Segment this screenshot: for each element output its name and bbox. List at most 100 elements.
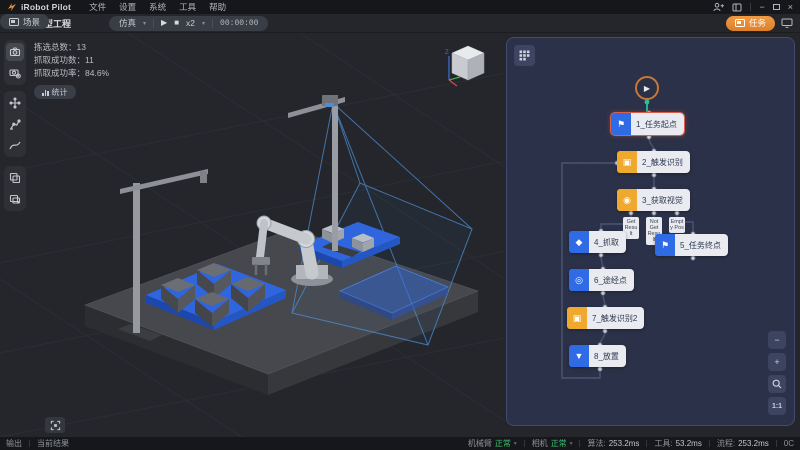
flow-node-trigger-recognition-2[interactable]: ▣ 7_触发识别2 bbox=[567, 307, 644, 329]
titlebar: iRobot Pilot 文件 设置 系统 工具 帮助 − × bbox=[0, 0, 800, 14]
flow-zoom-controls: − + 1:1 bbox=[768, 331, 786, 415]
close-button[interactable]: × bbox=[788, 2, 793, 12]
node-label: 3_获取视觉 bbox=[637, 195, 690, 206]
scene-tab[interactable]: 场景 bbox=[0, 14, 49, 29]
task-tab-label: 任务 bbox=[749, 17, 766, 29]
stat-rate-label: 抓取成功率： bbox=[34, 68, 85, 78]
flow-node-place[interactable]: ▼ 8_放置 bbox=[569, 345, 626, 367]
robot-status[interactable]: 机械臂 正常 ▾ bbox=[468, 438, 517, 449]
flow-node-grab[interactable]: ◆ 4_抓取 bbox=[569, 231, 626, 253]
recognition-icon: ▣ bbox=[617, 151, 637, 173]
menu-tools[interactable]: 工具 bbox=[179, 1, 196, 13]
tool-time-label: 工具: bbox=[654, 438, 672, 449]
toolgroup-motion bbox=[4, 91, 26, 157]
divider bbox=[29, 440, 30, 447]
minimize-button[interactable]: − bbox=[759, 2, 764, 12]
stat-total-value: 13 bbox=[77, 42, 86, 52]
divider bbox=[776, 440, 777, 447]
tool-time-value: 53.2ms bbox=[676, 439, 702, 448]
maximize-button[interactable] bbox=[773, 4, 780, 10]
menu-settings[interactable]: 设置 bbox=[119, 1, 136, 13]
flow-start-node[interactable]: ▶ bbox=[635, 76, 659, 100]
zoom-in-button[interactable]: + bbox=[768, 353, 786, 371]
flow-node-task-end[interactable]: ⚑ 5_任务终点 bbox=[655, 234, 728, 256]
speed-select[interactable]: x2 bbox=[186, 18, 195, 28]
menu-system[interactable]: 系统 bbox=[149, 1, 166, 13]
view-switcher: 场景 任务 bbox=[726, 16, 793, 31]
waypoint-icon: ◎ bbox=[569, 269, 589, 291]
toolgroup-camera bbox=[4, 40, 26, 85]
tab-current-result[interactable]: 当前结果 bbox=[37, 438, 69, 449]
tab-output[interactable]: 输出 bbox=[6, 438, 22, 449]
chevron-down-icon[interactable]: ▾ bbox=[202, 20, 205, 27]
grab-icon: ◆ bbox=[569, 231, 589, 253]
layout-icon[interactable] bbox=[732, 3, 742, 12]
simulation-controls: 仿真 ▾ ▶ ■ x2 ▾ 00:00:00 bbox=[109, 16, 268, 31]
zoom-fit-button[interactable]: 1:1 bbox=[768, 397, 786, 415]
camera-3d bbox=[322, 95, 338, 107]
menu-bar: 文件 设置 系统 工具 帮助 bbox=[89, 1, 226, 13]
layers-button[interactable] bbox=[6, 169, 24, 187]
simulation-timer: 00:00:00 bbox=[220, 19, 258, 28]
gizmo-button[interactable] bbox=[6, 94, 24, 112]
flow-layout-button[interactable] bbox=[514, 45, 535, 66]
divider bbox=[579, 440, 580, 447]
vision-icon: ◉ bbox=[617, 189, 637, 211]
stat-success-value: 11 bbox=[85, 55, 94, 65]
chevron-down-icon[interactable]: ▾ bbox=[143, 20, 146, 27]
view-cube[interactable]: Z bbox=[444, 40, 490, 88]
port-empty-pos[interactable]: Empty Pos bbox=[669, 217, 685, 233]
statistics-button-label: 统计 bbox=[52, 87, 68, 98]
stat-total-label: 拣选总数： bbox=[34, 42, 77, 52]
divider bbox=[709, 440, 710, 447]
stop-button[interactable]: ■ bbox=[174, 16, 179, 30]
stat-rate-value: 84.6% bbox=[85, 68, 109, 78]
expand-panel-button[interactable] bbox=[45, 417, 65, 433]
divider bbox=[750, 3, 751, 11]
trajectory-chart-button[interactable] bbox=[6, 136, 24, 154]
zoom-out-button[interactable]: − bbox=[768, 331, 786, 349]
toolgroup-layers bbox=[4, 166, 26, 211]
app-title: iRobot Pilot bbox=[21, 2, 71, 12]
zoom-search-button[interactable] bbox=[768, 375, 786, 393]
screen-icon bbox=[9, 18, 19, 26]
node-label: 8_放置 bbox=[589, 351, 626, 362]
node-label: 6_途经点 bbox=[589, 275, 634, 286]
divider bbox=[524, 440, 525, 447]
camera-status[interactable]: 相机 正常 ▾ bbox=[532, 438, 573, 449]
flow-time-label: 流程: bbox=[717, 438, 735, 449]
node-label: 2_触发识别 bbox=[637, 157, 690, 168]
task-tab[interactable]: 任务 bbox=[726, 16, 775, 31]
tool-time: 工具: 53.2ms bbox=[654, 438, 701, 449]
play-button[interactable]: ▶ bbox=[161, 16, 167, 30]
menu-file[interactable]: 文件 bbox=[89, 1, 106, 13]
robot-arm-button[interactable] bbox=[6, 115, 24, 133]
robot-status-label: 机械臂 bbox=[468, 438, 492, 449]
divider bbox=[646, 440, 647, 447]
place-icon: ▼ bbox=[569, 345, 589, 367]
camera-settings-button[interactable] bbox=[6, 64, 24, 82]
chevron-down-icon: ▾ bbox=[570, 441, 573, 447]
magnifier-icon bbox=[772, 379, 782, 389]
layers-settings-button[interactable] bbox=[6, 190, 24, 208]
camera-status-value: 正常 bbox=[551, 438, 567, 449]
camera-view-button[interactable] bbox=[6, 43, 24, 61]
divider bbox=[153, 19, 154, 28]
node-label: 4_抓取 bbox=[589, 237, 626, 248]
menu-help[interactable]: 帮助 bbox=[209, 1, 226, 13]
add-user-icon[interactable] bbox=[713, 2, 724, 12]
flow-node-task-start[interactable]: ⚑ 1_任务起点 bbox=[611, 113, 684, 135]
statistics-button[interactable]: 统计 bbox=[34, 85, 76, 99]
mode-select[interactable]: 仿真 bbox=[119, 17, 136, 29]
app-logo-icon bbox=[7, 2, 17, 12]
flow-node-get-vision[interactable]: ◉ 3_获取视觉 bbox=[617, 189, 690, 211]
chevron-down-icon: ▾ bbox=[514, 441, 517, 447]
stat-success-label: 抓取成功数： bbox=[34, 55, 85, 65]
flow-node-trigger-recognition[interactable]: ▣ 2_触发识别 bbox=[617, 151, 690, 173]
monitor-button[interactable] bbox=[781, 18, 793, 28]
pick-stats-overlay: 拣选总数：13 抓取成功数：11 抓取成功率：84.6% 统计 bbox=[34, 41, 109, 99]
app-window: iRobot Pilot 文件 设置 系统 工具 帮助 − × bbox=[0, 0, 800, 450]
flow-node-waypoint[interactable]: ◎ 6_途经点 bbox=[569, 269, 634, 291]
node-label: 7_触发识别2 bbox=[587, 313, 644, 324]
edge-indicator: 0C bbox=[784, 439, 794, 448]
